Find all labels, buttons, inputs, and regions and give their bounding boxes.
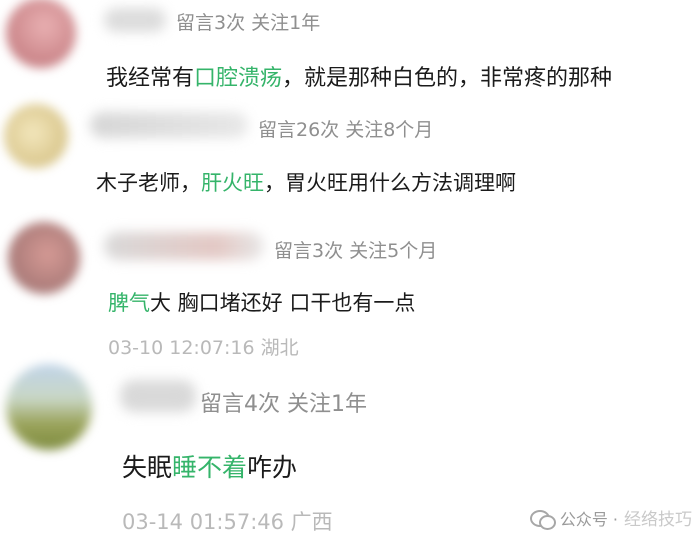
comment-text-part: 木子老师， — [96, 171, 201, 195]
wechat-official-account-icon — [529, 508, 556, 530]
commenter-avatar[interactable] — [6, 0, 76, 68]
watermark-account-name: 经络技巧 — [624, 510, 692, 530]
commenter-avatar[interactable] — [8, 222, 80, 294]
comment-text-part: 大 胸口堵还好 口干也有一点 — [150, 291, 416, 315]
commenter-name-blurred[interactable] — [90, 112, 248, 138]
comment-text-part: 咋办 — [247, 453, 298, 482]
commenter-avatar[interactable] — [6, 364, 92, 450]
watermark-label: 公众号 · — [559, 509, 618, 529]
comment-text: 脾气大 胸口堵还好 口干也有一点 — [108, 287, 415, 317]
comment-meta: 留言3次 关注5个月 — [274, 240, 438, 262]
comment-text-highlight: 肝火旺 — [201, 171, 264, 195]
comment-text-part: ，胃火旺用什么方法调理啊 — [264, 171, 516, 195]
commenter-avatar[interactable] — [4, 104, 68, 168]
comment-text-part: 失眠 — [122, 453, 173, 482]
watermark: 公众号 · 经络技巧 — [529, 505, 692, 530]
comment-text-part: 我经常有 — [106, 66, 195, 91]
comment-meta: 留言3次 关注1年 — [176, 12, 321, 34]
comment-text-highlight: 口腔溃疡 — [194, 66, 283, 91]
comment-text-part: ，就是那种白色的，非常疼的那种 — [282, 66, 613, 91]
commenter-name-blurred[interactable] — [104, 8, 166, 32]
comment-text-highlight: 脾气 — [108, 291, 150, 315]
comment-text: 失眠睡不着咋办 — [122, 448, 297, 484]
comment-timestamp: 03-14 01:57:46 广西 — [122, 510, 333, 534]
commenter-name-blurred[interactable] — [120, 380, 196, 412]
comment-timestamp: 03-10 12:07:16 湖北 — [108, 337, 299, 359]
commenter-name-blurred[interactable] — [104, 232, 264, 260]
comment-meta: 留言4次 关注1年 — [200, 392, 367, 417]
comment-text: 木子老师，肝火旺，胃火旺用什么方法调理啊 — [96, 167, 516, 197]
comment-text-highlight: 睡不着 — [172, 453, 248, 482]
comment-meta: 留言26次 关注8个月 — [258, 119, 434, 141]
comment-text: 我经常有口腔溃疡，就是那种白色的，非常疼的那种 — [106, 60, 612, 92]
